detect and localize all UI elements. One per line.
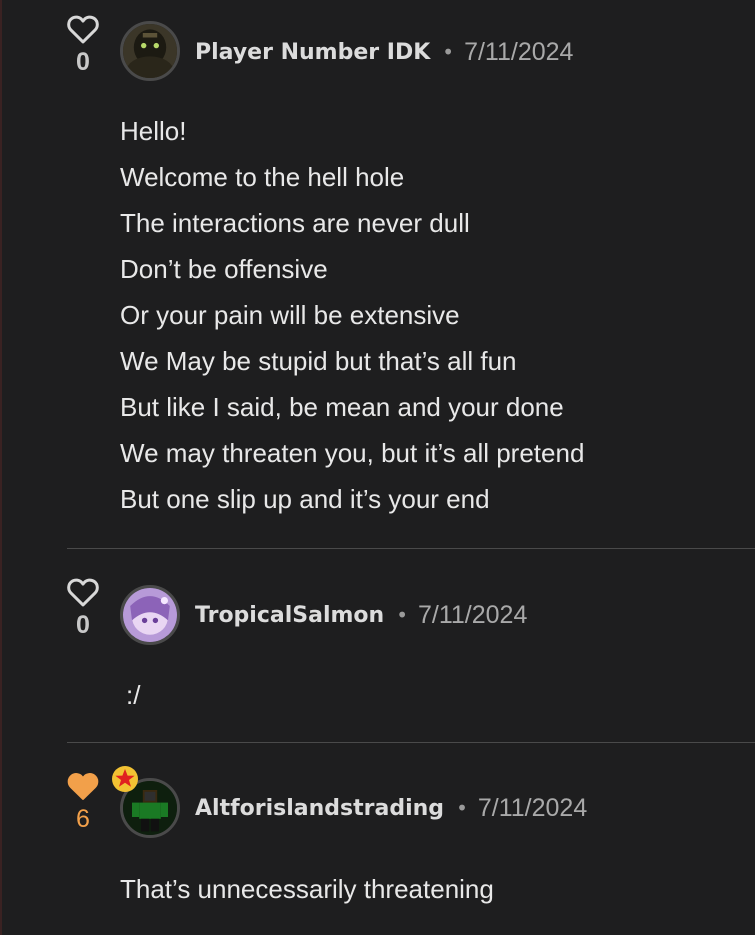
separator-dot: • [456, 796, 468, 820]
comment-header: TropicalSalmon • 7/11/2024 [195, 600, 527, 630]
avatar[interactable] [120, 21, 180, 81]
like-count: 6 [76, 805, 90, 833]
like-count: 0 [76, 611, 90, 639]
heart-outline-icon[interactable] [66, 577, 100, 607]
comment-line: Welcome to the hell hole [120, 162, 405, 192]
avatar[interactable] [120, 585, 180, 645]
username[interactable]: Player Number IDK [195, 40, 430, 65]
separator-dot: • [442, 40, 455, 64]
heart-outline-icon[interactable] [66, 14, 100, 44]
comment-divider [67, 548, 755, 549]
comment-body: That’s unnecessarily threatening [120, 866, 494, 912]
comment-header: Player Number IDK • 7/11/2024 [195, 37, 573, 67]
comment-line: Don’t be offensive [120, 254, 328, 284]
heart-filled-icon[interactable] [66, 771, 100, 801]
comment-line: We may threaten you, but it’s all preten… [120, 438, 585, 468]
comment-divider [67, 742, 755, 743]
comment-line: The interactions are never dull [120, 208, 470, 238]
comment-date: 7/11/2024 [477, 793, 588, 822]
comment-date: 7/11/2024 [464, 37, 574, 66]
comment-line: But one slip up and it’s your end [120, 484, 490, 514]
comment-line: :/ [126, 680, 141, 710]
comment-body: Hello! Welcome to the hell hole The inte… [120, 108, 584, 522]
like-column: 0 [64, 14, 102, 76]
star-badge-icon [112, 766, 138, 792]
comment-line: We May be stupid but that’s all fun [120, 346, 517, 376]
comment-body: :/ [126, 672, 140, 718]
separator-dot: • [396, 603, 408, 627]
like-count: 0 [76, 48, 90, 76]
comment-date: 7/11/2024 [418, 600, 528, 629]
like-column: 6 [64, 771, 102, 833]
comment-header: Altforislandstrading • 7/11/2024 [195, 793, 587, 823]
username[interactable]: TropicalSalmon [195, 603, 384, 628]
comment-line: Hello! [120, 116, 187, 146]
comment-line: But like I said, be mean and your done [120, 392, 564, 422]
username[interactable]: Altforislandstrading [195, 796, 444, 821]
like-column: 0 [64, 577, 102, 639]
comment-line: Or your pain will be extensive [120, 300, 460, 330]
comment-line: That’s unnecessarily threatening [120, 874, 494, 904]
